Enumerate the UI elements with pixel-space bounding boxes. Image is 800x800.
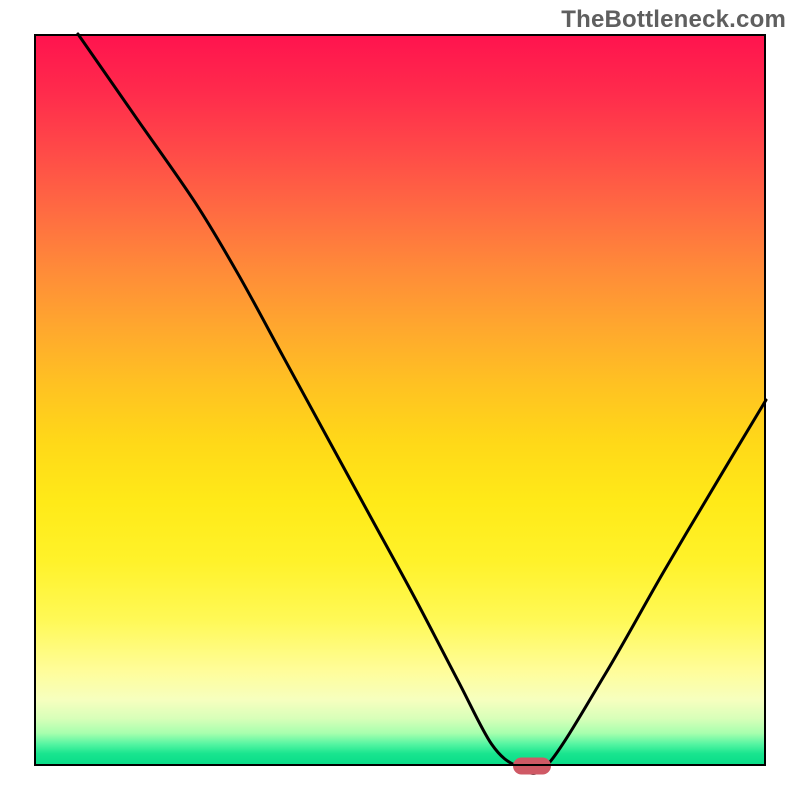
chart-canvas: TheBottleneck.com bbox=[0, 0, 800, 800]
watermark-text: TheBottleneck.com bbox=[561, 6, 786, 34]
bottleneck-curve-path bbox=[78, 34, 766, 773]
curve-svg bbox=[34, 34, 766, 766]
plot-area bbox=[34, 34, 766, 766]
optimal-marker bbox=[513, 758, 551, 775]
